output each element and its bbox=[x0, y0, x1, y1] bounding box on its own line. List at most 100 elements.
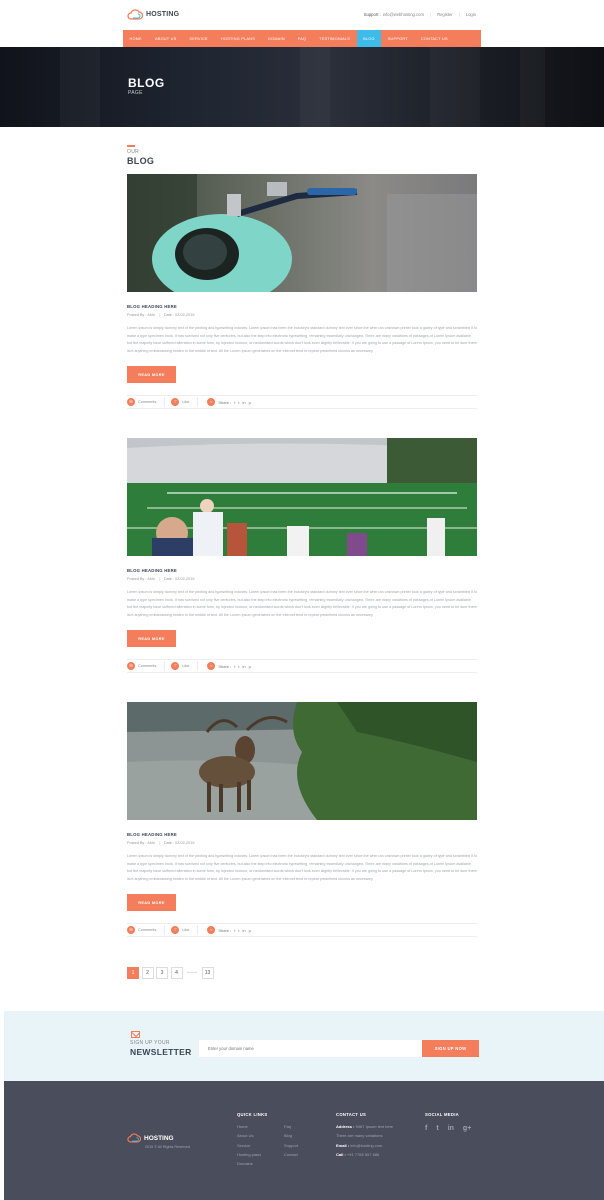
post-actions: ✉ Comments ♡ Like < Share : f t in p bbox=[127, 923, 477, 937]
like-action[interactable]: ♡ Like bbox=[171, 661, 199, 671]
twitter-icon[interactable]: t bbox=[238, 928, 239, 933]
footer-link-domains[interactable]: Domains bbox=[237, 1159, 261, 1168]
call-label: Call : bbox=[336, 1151, 346, 1157]
share-label: Share : bbox=[218, 663, 232, 669]
section-subtitle: OUR bbox=[127, 149, 140, 155]
login-link[interactable]: Login bbox=[466, 12, 476, 17]
google-plus-icon[interactable]: g+ bbox=[463, 1125, 471, 1132]
post-heading[interactable]: BLOG HEADING HERE bbox=[127, 832, 477, 837]
support-email-link[interactable]: info@webhosting.com bbox=[383, 12, 424, 17]
hero-decoration bbox=[520, 47, 545, 127]
moose-photo[interactable] bbox=[127, 702, 477, 820]
contact-details: Address : 9467 Ipsum text here There are… bbox=[336, 1122, 393, 1159]
footer-logo[interactable]: HOSTING bbox=[127, 1133, 174, 1143]
page-2[interactable]: 2 bbox=[141, 967, 154, 979]
pinterest-icon[interactable]: p bbox=[249, 400, 251, 405]
blog-post: BLOG HEADING HERE Posted By : Abhi | Date … bbox=[127, 174, 477, 409]
footer-link-support[interactable]: Support bbox=[284, 1141, 298, 1150]
footer-link-contact[interactable]: Contact bbox=[284, 1150, 298, 1159]
like-action[interactable]: ♡ Like bbox=[171, 397, 199, 407]
email-link[interactable]: info@hosting.com bbox=[350, 1143, 382, 1148]
nav-item-service[interactable]: SERVICE bbox=[183, 30, 214, 47]
register-link[interactable]: Register bbox=[437, 12, 453, 17]
share-action: < Share : f t in p bbox=[204, 925, 259, 935]
nav-item-blog[interactable]: BLOG bbox=[356, 30, 382, 47]
share-action: < Share : f t in p bbox=[204, 661, 259, 671]
hero-title: BLOG bbox=[128, 76, 165, 90]
read-more-button[interactable]: READ MORE bbox=[127, 630, 176, 647]
twitter-icon[interactable]: t bbox=[436, 1125, 438, 1132]
page-13[interactable]: 13 bbox=[201, 967, 214, 979]
support-label: Support : bbox=[363, 12, 381, 17]
contact-heading: CONTACT US bbox=[336, 1112, 367, 1117]
footer-link-hosting-plans[interactable]: Hosting plans bbox=[237, 1150, 261, 1159]
nav-item-contact[interactable]: CONTACT US bbox=[414, 30, 454, 47]
newsletter-input[interactable] bbox=[199, 1040, 422, 1057]
read-more-button[interactable]: READ MORE bbox=[127, 366, 176, 383]
post-date: Date : 02-02-2015 bbox=[163, 577, 195, 581]
page-1[interactable]: 1 bbox=[127, 967, 139, 979]
comments-label: Comments bbox=[138, 928, 157, 932]
nav-item-home[interactable]: HOME bbox=[123, 30, 148, 47]
footer-link-service[interactable]: Service bbox=[237, 1141, 261, 1150]
linkedin-icon[interactable]: in bbox=[448, 1125, 454, 1132]
nav-item-hosting-plans[interactable]: HOSTING PLANS bbox=[214, 30, 261, 47]
post-heading[interactable]: BLOG HEADING HERE bbox=[127, 304, 477, 309]
post-meta: Posted By : Abhi | Date : 02-02-2015 bbox=[127, 313, 477, 317]
pinterest-icon[interactable]: p bbox=[249, 928, 251, 933]
footer-logo-text: HOSTING bbox=[144, 1134, 174, 1142]
nav-item-domain[interactable]: DOMAIN bbox=[262, 30, 292, 47]
top-links: Support : info@webhosting.com | Register… bbox=[364, 12, 476, 17]
stadium-photo[interactable] bbox=[127, 438, 477, 556]
post-excerpt: Lorem Ipsum is simply dummy text of the … bbox=[127, 326, 477, 353]
comments-action[interactable]: ✉ Comments bbox=[127, 925, 166, 935]
blog-post: BLOG HEADING HERE Posted By : Abhi | Date … bbox=[127, 438, 477, 673]
like-label: Like bbox=[182, 664, 190, 668]
linkedin-icon[interactable]: in bbox=[242, 664, 245, 669]
main-nav: HOME ABOUT US SERVICE HOSTING PLANS DOMA… bbox=[123, 30, 481, 47]
share-action: < Share : f t in p bbox=[204, 397, 259, 407]
linkedin-icon[interactable]: in bbox=[242, 400, 245, 405]
page-3[interactable]: 3 bbox=[156, 967, 168, 979]
divider: | bbox=[158, 841, 160, 845]
footer-link-about[interactable]: About Us bbox=[237, 1131, 261, 1140]
logo[interactable]: HOSTING bbox=[127, 9, 179, 20]
facebook-icon[interactable]: f bbox=[234, 400, 235, 405]
nav-item-faq[interactable]: FAQ bbox=[291, 30, 312, 47]
address-line-2: There are many variations bbox=[336, 1133, 383, 1139]
comments-action[interactable]: ✉ Comments bbox=[127, 661, 166, 671]
read-more-button[interactable]: READ MORE bbox=[127, 894, 176, 911]
divider: | bbox=[458, 12, 460, 17]
twitter-icon[interactable]: t bbox=[238, 400, 239, 405]
section-title: BLOG bbox=[127, 156, 155, 166]
footer-link-blog[interactable]: Blog bbox=[284, 1131, 298, 1140]
mail-icon bbox=[131, 1031, 140, 1038]
pinterest-icon[interactable]: p bbox=[249, 664, 251, 669]
divider: | bbox=[158, 577, 160, 581]
twitter-icon[interactable]: t bbox=[238, 664, 239, 669]
post-actions: ✉ Comments ♡ Like < Share : f t in p bbox=[127, 395, 477, 409]
quick-links-col1: Home About Us Service Hosting plans Doma… bbox=[237, 1122, 261, 1168]
like-action[interactable]: ♡ Like bbox=[171, 925, 199, 935]
comments-action[interactable]: ✉ Comments bbox=[127, 397, 166, 407]
facebook-icon[interactable]: f bbox=[234, 928, 235, 933]
sign-up-button[interactable]: SIGN UP NOW bbox=[422, 1040, 479, 1057]
page-4[interactable]: 4 bbox=[170, 967, 183, 979]
facebook-icon[interactable]: f bbox=[234, 664, 235, 669]
footer-link-home[interactable]: Home bbox=[237, 1122, 261, 1131]
post-meta: Posted By : Abhi | Date : 02-02-2015 bbox=[127, 577, 477, 581]
nav-item-about[interactable]: ABOUT US bbox=[148, 30, 182, 47]
email-line: Email : info@hosting.com bbox=[336, 1141, 393, 1150]
newsletter-section: SIGN UP YOUR NEWSLETTER SIGN UP NOW bbox=[4, 1011, 604, 1081]
social-links: f t in g+ bbox=[425, 1125, 480, 1132]
linkedin-icon[interactable]: in bbox=[242, 928, 245, 933]
post-heading[interactable]: BLOG HEADING HERE bbox=[127, 568, 477, 573]
scooter-photo[interactable] bbox=[127, 174, 477, 292]
comments-label: Comments bbox=[138, 664, 157, 668]
facebook-icon[interactable]: f bbox=[425, 1125, 427, 1132]
page-ellipsis: ........ bbox=[185, 967, 199, 979]
footer-link-faq[interactable]: Faq bbox=[284, 1122, 298, 1131]
nav-item-support[interactable]: SUPPORT bbox=[381, 30, 414, 47]
nav-item-testimonials[interactable]: TESTIMONIALS bbox=[313, 30, 357, 47]
post-date: Date : 02-02-2015 bbox=[163, 313, 195, 317]
